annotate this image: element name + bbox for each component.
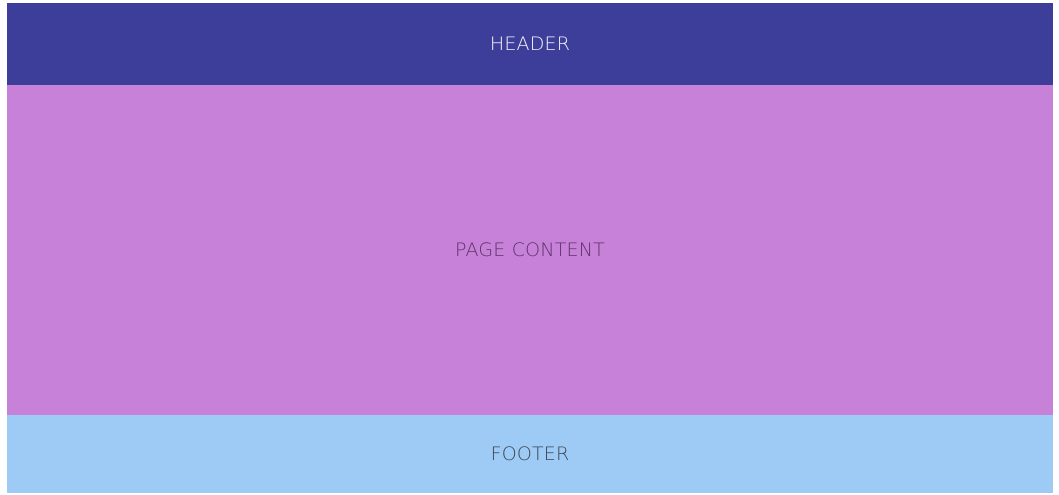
footer-section: FOOTER bbox=[7, 415, 1053, 493]
page-content-section: PAGE CONTENT bbox=[7, 85, 1053, 415]
header-label: HEADER bbox=[489, 33, 571, 55]
page-layout-diagram: HEADER PAGE CONTENT FOOTER bbox=[0, 0, 1059, 495]
header-section: HEADER bbox=[7, 3, 1053, 85]
footer-label: FOOTER bbox=[490, 443, 570, 465]
page-content-label: PAGE CONTENT bbox=[455, 239, 605, 261]
